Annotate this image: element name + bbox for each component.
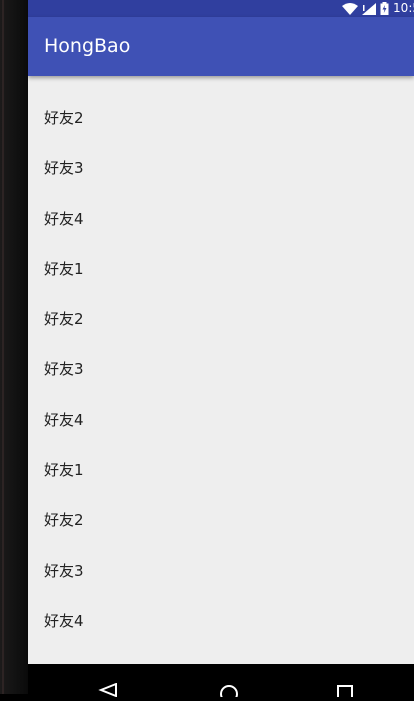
recents-icon[interactable] [336,682,354,701]
app-bar: HongBao [28,17,414,76]
screen: 10:5 HongBao 好友1 好友2 好友3 好友4 好友1 好友2 好友3… [28,0,414,664]
status-bar: 10:5 [28,0,414,17]
status-time: 10:5 [393,1,414,15]
list-item[interactable]: 好友3 [28,545,414,595]
list-item[interactable]: 好友1 [28,243,414,293]
battery-icon [380,2,389,15]
list-item[interactable]: 好友1 [28,444,414,494]
signal-icon [362,2,377,15]
list-item[interactable]: 好友4 [28,193,414,243]
device-frame: 10:5 HongBao 好友1 好友2 好友3 好友4 好友1 好友2 好友3… [0,0,414,701]
list-item[interactable]: 好友4 [28,394,414,444]
status-icons: 10:5 [342,0,414,17]
home-icon[interactable] [218,682,240,701]
list-item[interactable]: 好友4 [28,595,414,645]
wifi-icon [342,2,359,15]
list-item[interactable]: 好友3 [28,143,414,193]
device-bezel [0,0,28,694]
list-item[interactable]: 好友2 [28,495,414,545]
navigation-bar [28,664,414,701]
list-item[interactable]: 好友2 [28,293,414,343]
list-item[interactable]: 好友3 [28,344,414,394]
app-title: HongBao [44,35,131,57]
friend-list-items: 好友1 好友2 好友3 好友4 好友1 好友2 好友3 好友4 好友1 好友2 … [28,76,414,646]
friend-list[interactable]: 好友1 好友2 好友3 好友4 好友1 好友2 好友3 好友4 好友1 好友2 … [28,76,414,664]
list-item[interactable]: 好友1 [28,76,414,92]
list-item[interactable]: 好友2 [28,92,414,142]
back-icon[interactable] [98,682,118,701]
